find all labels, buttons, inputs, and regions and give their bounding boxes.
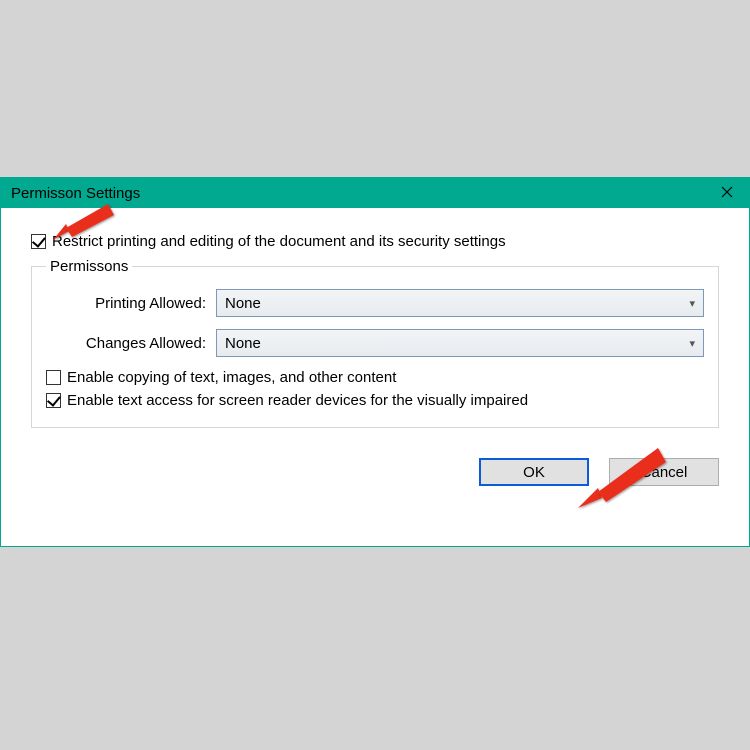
changes-row: Changes Allowed: None ▾ <box>46 329 704 357</box>
changes-label: Changes Allowed: <box>46 335 216 352</box>
permissions-legend: Permissons <box>46 258 132 275</box>
close-button[interactable] <box>704 178 749 208</box>
restrict-row: Restrict printing and editing of the doc… <box>31 233 719 250</box>
cancel-button[interactable]: Cancel <box>609 458 719 486</box>
chevron-down-icon: ▾ <box>689 297 695 310</box>
chevron-down-icon: ▾ <box>689 337 695 350</box>
close-icon <box>721 185 733 202</box>
restrict-label: Restrict printing and editing of the doc… <box>52 233 506 250</box>
enable-copy-checkbox[interactable] <box>46 370 61 385</box>
printing-label: Printing Allowed: <box>46 295 216 312</box>
ok-button[interactable]: OK <box>479 458 589 486</box>
enable-reader-label: Enable text access for screen reader dev… <box>67 392 528 409</box>
printing-allowed-select[interactable]: None ▾ <box>216 289 704 317</box>
dialog-body: Restrict printing and editing of the doc… <box>1 208 749 443</box>
permission-settings-dialog: Permisson Settings Restrict printing and… <box>0 177 750 547</box>
permissions-fieldset: Permissons Printing Allowed: None ▾ Chan… <box>31 258 719 428</box>
enable-reader-checkbox[interactable] <box>46 393 61 408</box>
enable-copy-row: Enable copying of text, images, and othe… <box>46 369 704 386</box>
printing-row: Printing Allowed: None ▾ <box>46 289 704 317</box>
enable-copy-label: Enable copying of text, images, and othe… <box>67 369 396 386</box>
titlebar: Permisson Settings <box>1 178 749 208</box>
dialog-title: Permisson Settings <box>11 185 140 202</box>
enable-reader-row: Enable text access for screen reader dev… <box>46 392 704 409</box>
changes-value: None <box>225 335 261 352</box>
inner-checks: Enable copying of text, images, and othe… <box>46 369 704 409</box>
changes-allowed-select[interactable]: None ▾ <box>216 329 704 357</box>
cancel-label: Cancel <box>641 464 688 481</box>
button-row: OK Cancel <box>1 443 749 486</box>
ok-label: OK <box>523 464 545 481</box>
printing-value: None <box>225 295 261 312</box>
restrict-checkbox[interactable] <box>31 234 46 249</box>
